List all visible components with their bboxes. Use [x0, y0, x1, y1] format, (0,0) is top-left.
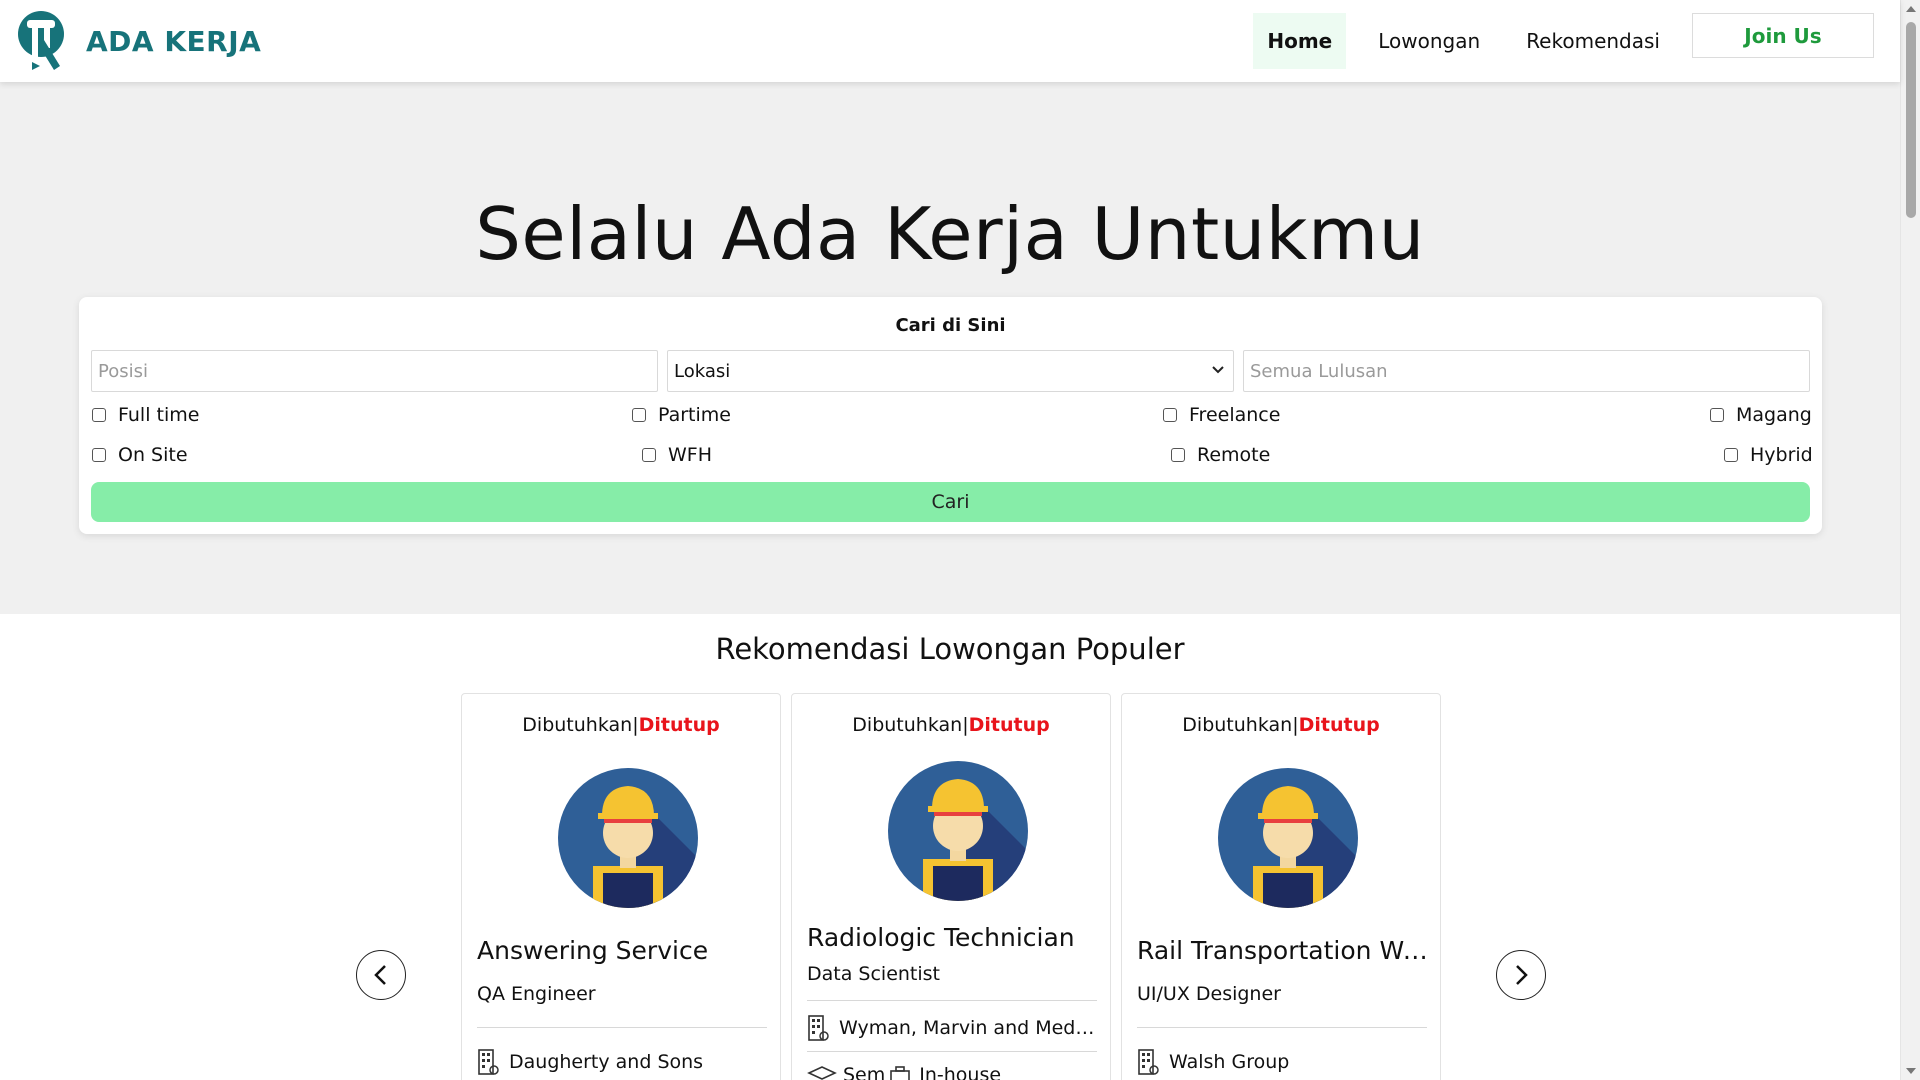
checkbox-label: Magang	[1736, 404, 1812, 426]
card-divider	[807, 1051, 1097, 1052]
status-needed: Dibutuhkan	[1182, 714, 1293, 736]
status-needed: Dibutuhkan	[522, 714, 633, 736]
chevron-left-icon	[374, 965, 386, 985]
page-scrollbar[interactable]	[1900, 0, 1920, 1080]
card-divider	[807, 1000, 1097, 1001]
checkbox-hybrid[interactable]: Hybrid	[1724, 444, 1813, 466]
checkbox-label: WFH	[668, 444, 713, 466]
worker-avatar-icon	[558, 768, 698, 908]
nav-links: Home Lowongan Rekomendasi Join Us	[1253, 13, 1874, 69]
education-input[interactable]: Semua Lulusan	[1243, 350, 1810, 392]
job-title[interactable]: Answering Service	[477, 936, 772, 965]
graduation-cap-icon	[807, 1066, 837, 1080]
recommendations-section: Rekomendasi Lowongan Populer Dibutuhkan|…	[0, 614, 1900, 1080]
job-role: QA Engineer	[477, 983, 596, 1005]
chevron-down-icon	[1211, 363, 1225, 379]
checkbox-box[interactable]	[1724, 448, 1738, 462]
brand[interactable]: ADA KERJA	[14, 10, 261, 72]
checkbox-full-time[interactable]: Full time	[92, 404, 199, 426]
card-divider	[1137, 1027, 1427, 1028]
checkbox-label: On Site	[118, 444, 188, 466]
checkbox-box[interactable]	[1171, 448, 1185, 462]
education-text: Sem	[843, 1064, 886, 1080]
checkbox-label: Full time	[118, 404, 200, 426]
card-divider	[477, 1027, 767, 1028]
brand-name: ADA KERJA	[86, 24, 262, 58]
card-status: Dibutuhkan|Ditutup	[462, 714, 780, 736]
job-role: UI/UX Designer	[1137, 983, 1281, 1005]
checkbox-box[interactable]	[92, 448, 106, 462]
job-role: Data Scientist	[807, 963, 940, 985]
job-card[interactable]: Dibutuhkan|Ditutup Rail Transportation W…	[1121, 693, 1441, 1080]
company-name: Walsh Group	[1169, 1051, 1290, 1073]
nav-lowongan[interactable]: Lowongan	[1364, 13, 1494, 69]
card-extra-row: Sem In-house	[807, 1064, 1001, 1080]
checkbox-box[interactable]	[632, 408, 646, 422]
checkbox-freelance[interactable]: Freelance	[1163, 404, 1280, 426]
checkbox-partime[interactable]: Partime	[632, 404, 731, 426]
job-title[interactable]: Rail Transportation Wo...	[1137, 936, 1432, 965]
status-needed: Dibutuhkan	[852, 714, 963, 736]
checkbox-wfh[interactable]: WFH	[642, 444, 712, 466]
checkbox-remote[interactable]: Remote	[1171, 444, 1270, 466]
nav-home[interactable]: Home	[1253, 13, 1347, 69]
nav-rekomendasi[interactable]: Rekomendasi	[1512, 13, 1674, 69]
search-button[interactable]: Cari	[91, 482, 1810, 522]
building-icon	[808, 1015, 829, 1041]
card-status: Dibutuhkan|Ditutup	[1122, 714, 1440, 736]
location-select-value: Lokasi	[674, 360, 731, 382]
recommendations-title: Rekomendasi Lowongan Populer	[715, 632, 1185, 666]
search-title: Cari di Sini	[895, 315, 1006, 336]
building-icon	[1138, 1049, 1159, 1075]
checkbox-label: Freelance	[1189, 404, 1281, 426]
checkbox-label: Hybrid	[1750, 444, 1813, 466]
checkbox-box[interactable]	[1163, 408, 1177, 422]
chevron-right-icon	[1516, 965, 1528, 985]
card-status: Dibutuhkan|Ditutup	[792, 714, 1110, 736]
work-mode-text: In-house	[919, 1064, 1002, 1080]
search-card: Cari di Sini Posisi Lokasi Semua Lulusan…	[79, 297, 1822, 534]
company-row: Wyman, Marvin and Medh...	[807, 1014, 1102, 1042]
briefcase-icon	[890, 1066, 911, 1080]
carousel-prev-button[interactable]	[356, 950, 406, 1000]
job-card[interactable]: Dibutuhkan|Ditutup Radiologic Technician…	[791, 693, 1111, 1080]
job-title[interactable]: Radiologic Technician	[807, 923, 1102, 952]
status-closed: Ditutup	[1298, 714, 1380, 736]
checkbox-box[interactable]	[92, 408, 106, 422]
status-closed: Ditutup	[638, 714, 720, 736]
checkbox-magang[interactable]: Magang	[1710, 404, 1812, 426]
carousel-next-button[interactable]	[1496, 950, 1546, 1000]
location-select[interactable]: Lokasi	[667, 350, 1234, 392]
building-icon	[478, 1049, 499, 1075]
checkbox-on-site[interactable]: On Site	[92, 444, 188, 466]
worker-avatar-icon	[888, 761, 1028, 901]
company-row: Daugherty and Sons	[477, 1048, 772, 1076]
status-closed: Ditutup	[968, 714, 1050, 736]
hero-section: Selalu Ada Kerja Untukmu Cari di Sini Po…	[0, 82, 1900, 614]
checkbox-label: Remote	[1197, 444, 1271, 466]
scroll-up-arrow-icon[interactable]	[1906, 6, 1916, 12]
navbar: ADA KERJA Home Lowongan Rekomendasi Join…	[0, 0, 1900, 82]
brand-logo-icon	[18, 11, 64, 70]
scrollbar-thumb[interactable]	[1906, 22, 1916, 218]
company-name: Daugherty and Sons	[509, 1051, 704, 1073]
scroll-down-arrow-icon[interactable]	[1906, 1068, 1916, 1074]
checkbox-box[interactable]	[642, 448, 656, 462]
worker-avatar-icon	[1218, 768, 1358, 908]
company-row: Walsh Group	[1137, 1048, 1432, 1076]
position-input[interactable]: Posisi	[91, 350, 658, 392]
hero-title: Selalu Ada Kerja Untukmu	[475, 192, 1425, 276]
company-name: Wyman, Marvin and Medh...	[839, 1017, 1102, 1039]
join-us-button[interactable]: Join Us	[1692, 13, 1874, 58]
checkbox-box[interactable]	[1710, 408, 1724, 422]
checkbox-label: Partime	[658, 404, 731, 426]
job-card[interactable]: Dibutuhkan|Ditutup Answering Service QA …	[461, 693, 781, 1080]
